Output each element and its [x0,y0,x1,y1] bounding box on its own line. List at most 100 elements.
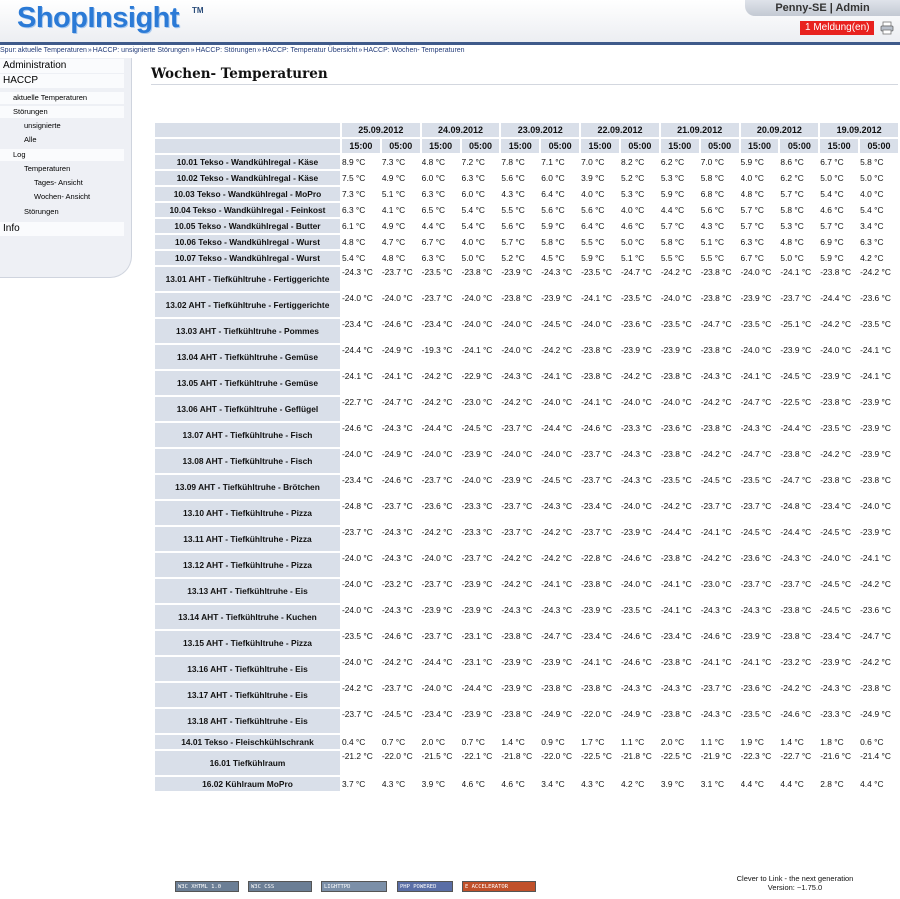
temperature-cell: 8.2 °C [620,157,645,167]
temperature-cell: -23.8 °C [700,423,732,433]
validation-badge[interactable]: W3C CSS [248,881,312,892]
temperature-cell: -23.7 °C [341,709,373,719]
sidebar-item-haccp[interactable]: HACCP [3,75,38,86]
sidebar-item-alle[interactable]: Alle [24,135,37,144]
temperature-cell: 4.0 °C [740,173,764,183]
temperature-cell: -23.9 °C [740,293,772,303]
sidebar-item-tages-ansicht[interactable]: Tages- Ansicht [34,178,83,187]
printer-icon[interactable] [880,21,894,35]
temperature-cell: 3.9 °C [660,779,685,789]
sidebar-item-wochen-ansicht[interactable]: Wochen- Ansicht [34,192,90,201]
temperature-cell: -22.0 °C [381,751,413,761]
sidebar-item-administration[interactable]: Administration [3,60,66,71]
sensor-label: 13.06 AHT - Tiefkühltruhe - Geflügel [155,397,340,421]
sensor-label: 13.15 AHT - Tiefkühltruhe - Pizza [155,631,340,655]
temperature-cell: -23.4 °C [581,631,612,641]
temperature-cell: -24.3 °C [541,501,573,511]
table-row: 13.06 AHT - Tiefkühltruhe - Geflügel -22.… [155,397,898,421]
temperature-cell: 6.3 °C [461,173,485,183]
sensor-label: 13.09 AHT - Tiefkühltruhe - Brötchen [155,475,340,499]
temperature-cell: -23.9 °C [541,657,573,667]
validation-badge[interactable]: E ACCELERATOR [462,881,536,892]
time-header: 05:00 [461,139,500,153]
temperature-cell: -24.4 °C [660,527,692,537]
temperature-cell: -24.5 °C [820,579,852,589]
sidebar-item-störungen[interactable]: Störungen [24,207,59,216]
temperature-cell: 5.3 °C [660,173,685,183]
temperature-cell: -23.5 °C [341,631,373,641]
sidebar-item-log[interactable]: Log [13,150,26,159]
breadcrumb-link[interactable]: HACCP: Wochen- Temperaturen [363,47,464,54]
temperature-cell: -24.3 °C [381,423,413,433]
user-account-tab[interactable]: Penny-SE | Admin [745,0,900,16]
sidebar-item-aktuelle-temperaturen[interactable]: aktuelle Temperaturen [13,93,87,102]
temperature-cell: -23.9 °C [860,527,891,537]
temperature-cell: -24.0 °C [740,267,772,277]
temperature-cell: 5.6 °C [700,205,725,215]
temperature-cell: -24.0 °C [421,553,453,563]
temperature-cell: -23.9 °C [421,605,453,615]
temperature-cell: 5.6 °C [501,221,525,231]
temperature-cell: -24.6 °C [700,631,732,641]
temperature-cell: -24.2 °C [660,267,692,277]
validation-badge[interactable]: LIGHTTPD [321,881,387,892]
sidebar-item-unsignierte[interactable]: unsignierte [24,121,61,130]
temperature-cell: -23.8 °C [700,345,732,355]
temperature-cell: 5.4 °C [860,205,884,215]
temperature-cell: -24.2 °C [541,527,573,537]
temperature-cell: -22.9 °C [461,371,493,381]
validation-badge[interactable]: W3C XHTML 1.0 [175,881,239,892]
temperature-cell: -22.5 °C [660,751,692,761]
temperature-cell: 4.0 °C [581,189,605,199]
sidebar-item-temperaturen[interactable]: Temperaturen [24,164,70,173]
messages-badge[interactable]: 1 Meldung(en) [800,21,875,35]
sensor-label: 10.05 Tekso - Wandkühlregal - Butter [155,219,340,233]
sidebar-item-info[interactable]: Info [3,223,20,234]
breadcrumb-link[interactable]: HACCP: Störungen [196,47,257,54]
sensor-label: 13.07 AHT - Tiefkühltruhe - Fisch [155,423,340,447]
temperature-cell: -23.7 °C [501,501,533,511]
temperature-cell: 5.0 °C [461,253,485,263]
temperature-cell: -23.4 °C [820,631,852,641]
temperature-cell: 4.5 °C [541,253,565,263]
breadcrumb-link[interactable]: HACCP: unsignierte Störungen [93,47,190,54]
temperature-cell: -24.1 °C [660,605,692,615]
temperature-cell: -24.5 °C [820,527,852,537]
sensor-label: 13.08 AHT - Tiefkühltruhe - Fisch [155,449,340,473]
temperature-cell: -23.9 °C [820,657,852,667]
temperature-cell: -23.5 °C [860,319,891,329]
table-row: 10.06 Tekso - Wandkühlregal - Wurst 4.8 °… [155,235,898,249]
app-logo[interactable]: ShopInsight [17,2,180,35]
breadcrumb-link[interactable]: aktuelle Temperaturen [18,47,87,54]
temperature-cell: 5.3 °C [620,189,645,199]
app-header: ShopInsight TM Penny-SE | Admin 1 Meldun… [0,0,900,42]
temperature-cell: -22.3 °C [740,751,772,761]
temperature-cell: 4.2 °C [860,253,884,263]
temperature-cell: -24.2 °C [620,371,652,381]
temperature-cell: -24.0 °C [581,319,612,329]
temperature-cell: 2.0 °C [660,737,685,747]
temperature-cell: 0.9 °C [541,737,565,747]
validation-badge[interactable]: PHP POWERED [397,881,453,892]
temperature-cell: 4.0 °C [461,237,485,247]
temperature-cell: 4.6 °C [820,205,844,215]
sensor-label: 16.01 Tiefkühlraum [155,751,340,775]
temperature-cell: -24.0 °C [820,345,852,355]
temperature-cell: -23.9 °C [620,345,652,355]
temperature-cell: 6.7 °C [820,157,844,167]
sidebar-item-störungen[interactable]: Störungen [13,107,48,116]
temperature-cell: -24.1 °C [700,527,732,537]
temperature-cell: 5.6 °C [501,173,525,183]
breadcrumb-link[interactable]: HACCP: Temperatur Übersicht [262,47,357,54]
temperature-cell: -23.9 °C [501,683,533,693]
temperature-cell: -24.0 °C [541,397,573,407]
temperature-cell: -24.4 °C [820,293,852,303]
temperature-cell: -23.4 °C [660,631,692,641]
temperature-cell: -24.6 °C [381,631,413,641]
temperature-cell: -24.2 °C [820,449,852,459]
temperature-cell: -23.1 °C [461,657,493,667]
temperature-cell: 5.4 °C [461,221,485,231]
temperature-cell: 6.3 °C [421,253,446,263]
temperature-cell: -23.8 °C [660,553,692,563]
table-row: 13.01 AHT - Tiefkühltruhe - Fertiggerich… [155,267,898,291]
